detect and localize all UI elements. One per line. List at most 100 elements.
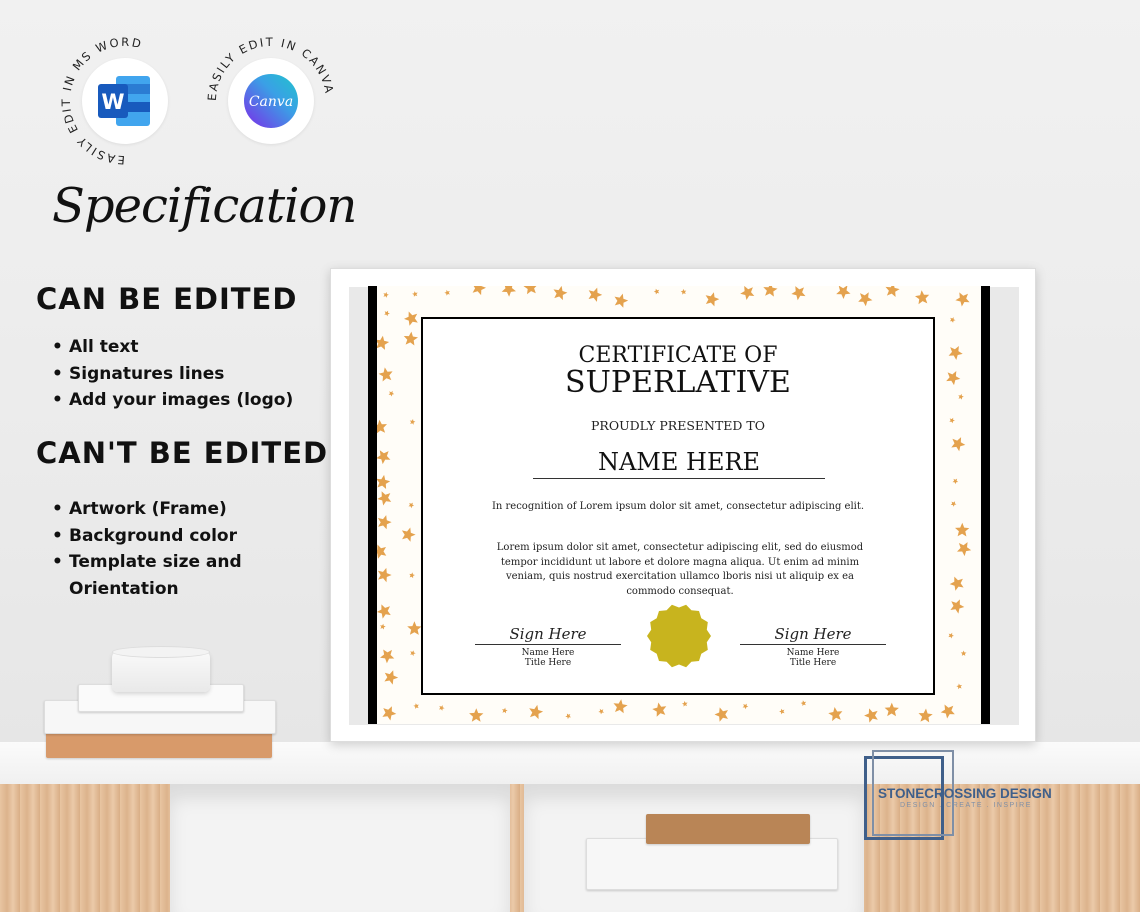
- star-icon: [403, 331, 418, 346]
- star-icon: [800, 700, 807, 706]
- cant-be-edited-list: Artwork (Frame)Background colorTemplate …: [52, 496, 242, 602]
- star-icon: [409, 419, 416, 425]
- star-icon: [401, 527, 416, 542]
- cant-be-edited-item: Template size and: [52, 549, 242, 576]
- star-icon: [404, 311, 418, 326]
- can-be-edited-heading: CAN BE EDITED: [36, 282, 298, 316]
- ms-word-icon: W: [98, 76, 150, 126]
- presented-to-label: PROUDLY PRESENTED TO: [591, 418, 765, 433]
- star-icon: [407, 621, 422, 635]
- star-icon: [444, 289, 450, 296]
- star-icon: [469, 708, 484, 722]
- star-icon: [380, 623, 386, 630]
- star-icon: [376, 474, 391, 489]
- star-icon: [382, 706, 397, 721]
- star-icon: [957, 542, 972, 557]
- star-icon: [375, 335, 390, 350]
- signer-title: Title Here: [524, 658, 572, 668]
- brand-name: STONECROSSING DESIGN: [878, 786, 1052, 801]
- specification-title: Specification: [52, 178, 357, 234]
- signer-name: Name Here: [521, 648, 575, 658]
- book: [46, 732, 272, 758]
- star-icon: [949, 576, 964, 591]
- certificate-panel: CERTIFICATE OF SUPERLATIVE PROUDLY PRESE…: [421, 317, 935, 695]
- seal-icon: [647, 604, 711, 668]
- star-icon: [652, 702, 667, 717]
- canva-icon: Canva: [244, 74, 298, 128]
- svg-text:W: W: [101, 90, 124, 114]
- recognition-text: In recognition of Lorem ipsum dolor sit …: [491, 501, 865, 512]
- star-icon: [828, 707, 843, 722]
- star-icon: [472, 286, 486, 296]
- star-icon: [565, 713, 571, 720]
- star-icon: [553, 286, 568, 301]
- star-icon: [949, 317, 956, 323]
- star-icon: [779, 708, 785, 715]
- star-icon: [412, 291, 418, 297]
- white-bowl: [112, 646, 210, 692]
- star-icon: [858, 292, 873, 307]
- star-icon: [948, 632, 954, 639]
- star-icon: [523, 286, 537, 295]
- star-icon: [740, 286, 755, 300]
- star-icon: [409, 572, 415, 579]
- can-be-edited-item: All text: [52, 334, 293, 361]
- star-icon: [377, 567, 392, 583]
- cabinet-cubby: [170, 784, 510, 912]
- star-icon: [529, 704, 544, 720]
- star-icon: [614, 293, 629, 308]
- signature-block-right: Sign Here Name Here Title Here: [740, 625, 886, 668]
- star-icon: [915, 290, 930, 305]
- star-icon: [956, 683, 962, 690]
- signature-line: Sign Here: [740, 625, 886, 645]
- star-icon: [598, 708, 604, 715]
- star-icon: [680, 288, 687, 295]
- star-icon: [958, 393, 964, 400]
- star-icon: [950, 501, 957, 507]
- star-icon: [763, 286, 778, 297]
- star-icon: [951, 437, 966, 452]
- black-border-right: [981, 286, 990, 724]
- star-icon: [705, 292, 720, 307]
- black-border-left: [368, 286, 377, 724]
- can-be-edited-item: Add your images (logo): [52, 387, 293, 414]
- certificate-poster: CERTIFICATE OF SUPERLATIVE PROUDLY PRESE…: [368, 286, 990, 724]
- star-icon: [408, 502, 415, 509]
- star-icon: [376, 450, 391, 465]
- star-icon: [948, 346, 963, 360]
- signer-name: Name Here: [786, 648, 840, 658]
- star-icon: [384, 670, 399, 685]
- brand-tagline: DESIGN . CREATE . INSPIRE: [900, 802, 1032, 809]
- cant-be-edited-item: Background color: [52, 523, 242, 550]
- star-icon: [884, 702, 899, 717]
- star-icon: [950, 599, 965, 614]
- star-icon: [378, 367, 393, 382]
- can-be-edited-list: All textSignatures linesAdd your images …: [52, 334, 293, 414]
- star-icon: [588, 287, 603, 302]
- book: [646, 814, 810, 844]
- star-icon: [502, 707, 508, 714]
- svg-text:Canva: Canva: [249, 94, 293, 110]
- book: [586, 838, 838, 890]
- star-icon: [501, 286, 516, 297]
- star-icon: [952, 478, 959, 485]
- star-icon: [380, 649, 395, 664]
- canva-badge: EASILY EDIT IN CANVA Canva: [196, 26, 346, 176]
- star-icon: [918, 708, 933, 723]
- cant-be-edited-item: Orientation: [69, 578, 179, 599]
- star-icon: [940, 704, 955, 719]
- star-icon: [714, 707, 728, 722]
- signature-block-left: Sign Here Name Here Title Here: [475, 625, 621, 668]
- cant-be-edited-heading: CAN'T BE EDITED: [36, 436, 329, 470]
- star-icon: [949, 417, 955, 424]
- star-icon: [383, 292, 389, 298]
- star-icon: [384, 310, 390, 317]
- star-icon: [377, 491, 392, 506]
- star-icon: [946, 371, 961, 386]
- star-icon: [885, 286, 900, 297]
- certificate-body-text: Lorem ipsum dolor sit amet, consectetur …: [496, 542, 864, 597]
- star-icon: [681, 701, 688, 707]
- star-icon: [791, 286, 806, 301]
- star-icon: [955, 522, 970, 537]
- brand-logo: STONECROSSING DESIGN DESIGN . CREATE . I…: [864, 750, 1078, 844]
